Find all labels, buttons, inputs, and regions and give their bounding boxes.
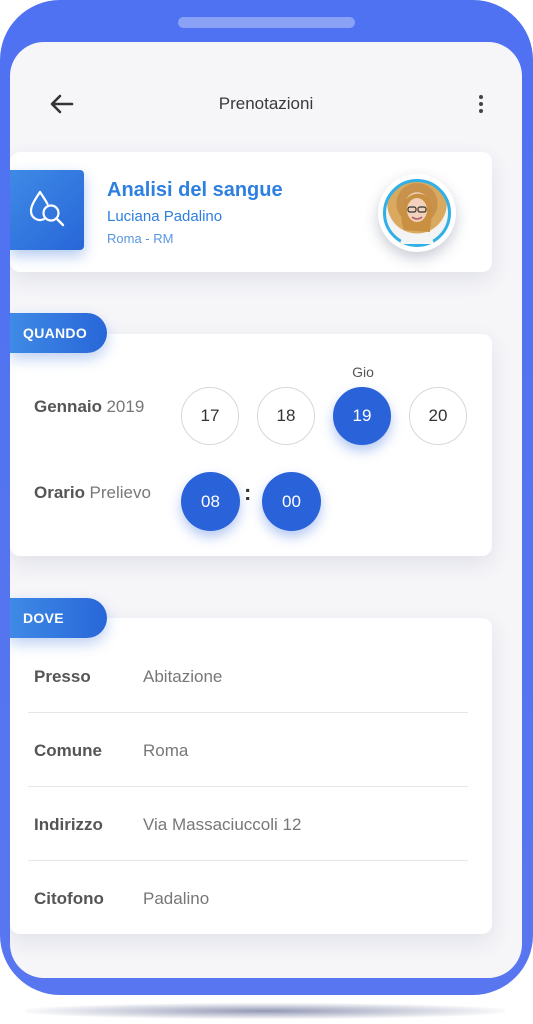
divider bbox=[28, 712, 468, 713]
time-label-light: Prelievo bbox=[89, 483, 151, 502]
dove-value: Roma bbox=[143, 741, 189, 760]
divider bbox=[28, 786, 468, 787]
service-person: Luciana Padalino bbox=[107, 208, 223, 225]
month-year-label: Gennaio 2019 bbox=[34, 397, 144, 417]
app-screen: Prenotazioni Analisi del sangue Luciana … bbox=[10, 42, 522, 978]
dove-row-comune[interactable]: Comune Roma bbox=[28, 714, 468, 788]
service-card[interactable]: Analisi del sangue Luciana Padalino Roma… bbox=[10, 152, 492, 272]
section-tag-quando: QUANDO bbox=[10, 313, 107, 353]
hour-picker[interactable]: 08 bbox=[181, 472, 240, 531]
date-option-selected[interactable]: 19 bbox=[333, 387, 391, 445]
dove-row-presso[interactable]: Presso Abitazione bbox=[28, 640, 468, 714]
service-icon-box bbox=[10, 170, 84, 250]
avatar-photo bbox=[383, 179, 451, 247]
dove-value: Padalino bbox=[143, 889, 210, 908]
dove-card: Presso Abitazione Comune Roma Indirizzo … bbox=[10, 618, 492, 934]
date-option[interactable]: 20 bbox=[409, 387, 467, 445]
phone-frame: Prenotazioni Analisi del sangue Luciana … bbox=[0, 0, 533, 995]
date-option[interactable]: 18 bbox=[257, 387, 315, 445]
more-menu-icon[interactable] bbox=[474, 95, 488, 117]
dove-value: Abitazione bbox=[143, 667, 223, 686]
phone-shadow bbox=[25, 1003, 505, 1019]
section-tag-dove: DOVE bbox=[10, 598, 107, 638]
service-title: Analisi del sangue bbox=[107, 179, 283, 201]
avatar[interactable] bbox=[378, 174, 456, 252]
year-label: 2019 bbox=[106, 397, 145, 416]
divider bbox=[28, 860, 468, 861]
dove-row-citofono[interactable]: Citofono Padalino bbox=[28, 862, 468, 936]
phone-speaker bbox=[178, 17, 355, 28]
dove-value: Via Massaciuccoli 12 bbox=[143, 815, 302, 834]
dove-key: Indirizzo bbox=[34, 815, 103, 834]
page-title: Prenotazioni bbox=[218, 94, 314, 113]
date-option[interactable]: 17 bbox=[181, 387, 239, 445]
time-label: Orario Prelievo bbox=[34, 483, 151, 503]
dove-key: Comune bbox=[34, 741, 102, 760]
service-location: Roma - RM bbox=[107, 231, 174, 246]
quando-card: Gio Gennaio 2019 17 18 19 20 Orario Prel… bbox=[10, 334, 492, 556]
dove-row-indirizzo[interactable]: Indirizzo Via Massaciuccoli 12 bbox=[28, 788, 468, 862]
minute-picker[interactable]: 00 bbox=[262, 472, 321, 531]
dove-key: Citofono bbox=[34, 889, 104, 908]
month-label: Gennaio bbox=[34, 397, 103, 416]
time-separator: : bbox=[244, 480, 252, 505]
time-label-strong: Orario bbox=[34, 483, 86, 502]
dove-key: Presso bbox=[34, 667, 91, 686]
selected-day-name: Gio bbox=[352, 364, 374, 380]
blood-drop-search-icon bbox=[29, 190, 65, 227]
